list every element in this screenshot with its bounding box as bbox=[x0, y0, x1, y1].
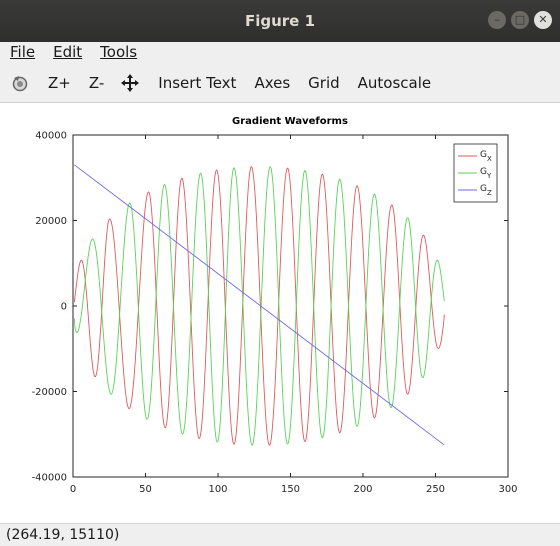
x-tick-label: 250 bbox=[426, 484, 445, 495]
y-tick-label: 40000 bbox=[35, 131, 67, 142]
x-tick-label: 300 bbox=[498, 484, 517, 495]
y-tick-label: 20000 bbox=[35, 216, 67, 227]
minimize-button[interactable]: – bbox=[488, 11, 506, 29]
close-button[interactable]: ✕ bbox=[534, 11, 552, 29]
menu-tools[interactable]: Tools bbox=[100, 42, 137, 64]
y-tick-label: -20000 bbox=[32, 387, 67, 398]
x-tick-label: 200 bbox=[353, 484, 372, 495]
window-title: Figure 1 bbox=[244, 12, 316, 30]
x-tick-label: 0 bbox=[70, 484, 76, 495]
menu-edit[interactable]: Edit bbox=[53, 42, 82, 64]
chart-area[interactable]: Gradient Waveforms 0 50 100 150 200 250 300 -40… bbox=[0, 103, 560, 523]
x-tick-label: 150 bbox=[281, 484, 300, 495]
x-tick-label: 100 bbox=[208, 484, 227, 495]
zoom-out-button[interactable]: Z- bbox=[87, 72, 106, 94]
menu-file[interactable]: File bbox=[10, 42, 35, 64]
y-tick-label: 0 bbox=[61, 302, 67, 313]
axes-button[interactable]: Axes bbox=[252, 72, 292, 94]
insert-text-button[interactable]: Insert Text bbox=[156, 72, 238, 94]
window-controls: – □ ✕ bbox=[488, 11, 552, 29]
chart-title: Gradient Waveforms bbox=[232, 116, 348, 127]
toolbar: Z+ Z- Insert Text Axes Grid Autoscale bbox=[0, 64, 560, 103]
grid-button[interactable]: Grid bbox=[306, 72, 341, 94]
statusbar: (264.19, 15110) bbox=[0, 523, 560, 546]
cursor-coordinates: (264.19, 15110) bbox=[6, 527, 120, 543]
autoscale-button[interactable]: Autoscale bbox=[356, 72, 433, 94]
x-tick-label: 50 bbox=[139, 484, 152, 495]
zoom-in-button[interactable]: Z+ bbox=[46, 72, 73, 94]
y-tick-label: -40000 bbox=[32, 473, 67, 484]
window-titlebar: Figure 1 – □ ✕ bbox=[0, 0, 560, 42]
pan-icon[interactable] bbox=[120, 73, 140, 93]
menubar: File Edit Tools bbox=[0, 42, 560, 64]
maximize-button[interactable]: □ bbox=[511, 11, 529, 29]
rotate-icon[interactable] bbox=[10, 73, 30, 93]
